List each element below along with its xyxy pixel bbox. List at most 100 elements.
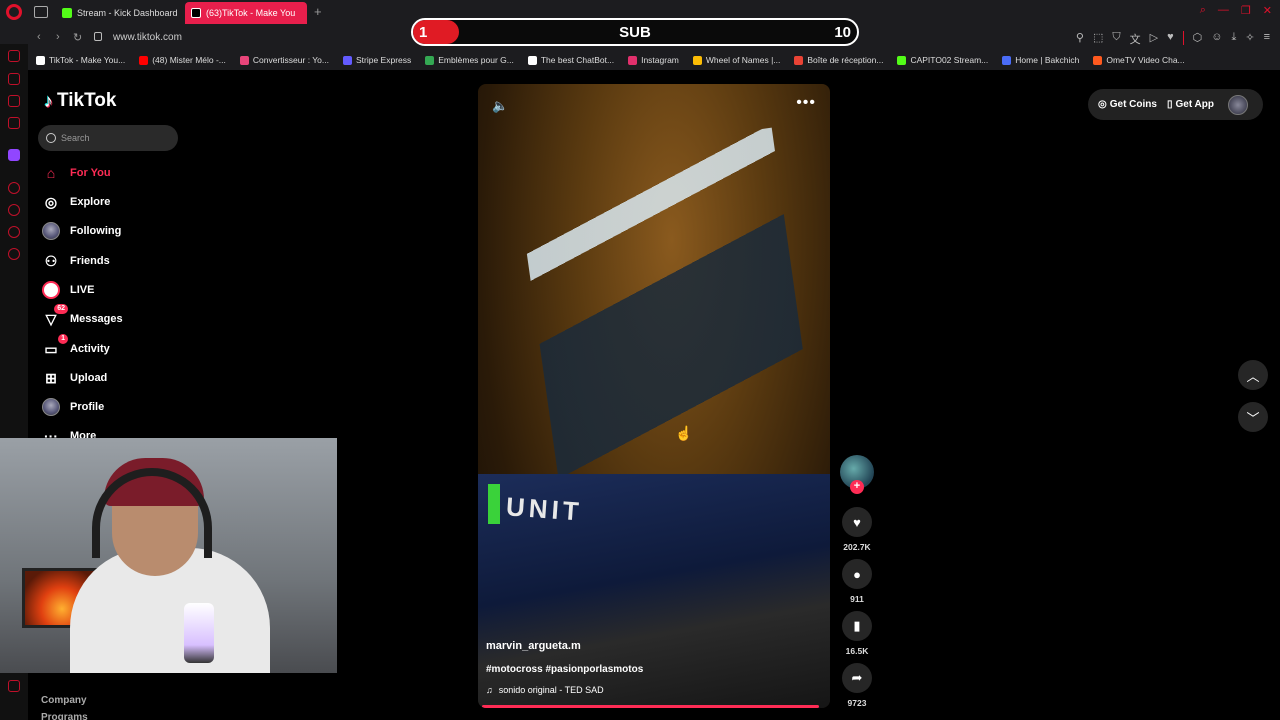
- nav-messages[interactable]: ▽ 62 Messages: [42, 304, 123, 328]
- sidebar-twitch-icon[interactable]: [8, 149, 20, 161]
- follow-plus-icon[interactable]: +: [850, 480, 864, 494]
- tab-kick-dashboard[interactable]: Stream - Kick Dashboard: [56, 2, 182, 24]
- footer-company-link[interactable]: Company: [41, 695, 87, 706]
- bookmark-item[interactable]: Wheel of Names |...: [692, 55, 780, 65]
- video-player[interactable]: UNIT 🔈 ••• marvin_argueta.m #motocross #…: [478, 84, 830, 708]
- sidebar-gx-icon[interactable]: [8, 680, 20, 692]
- maximize-icon[interactable]: ❐: [1241, 4, 1251, 17]
- nav-profile[interactable]: Profile: [42, 398, 104, 416]
- video-monster-mark: [488, 484, 500, 524]
- bookmark-item[interactable]: Home | Bakchich: [1002, 55, 1079, 65]
- more-options-icon[interactable]: •••: [796, 94, 816, 112]
- reload-icon[interactable]: ↻: [73, 31, 82, 44]
- pin-icon[interactable]: ⚲: [1076, 31, 1084, 47]
- play-icon[interactable]: ▷: [1150, 31, 1158, 47]
- sidebar-bag-icon[interactable]: [8, 73, 20, 85]
- bookmark-item[interactable]: OmeTV Video Cha...: [1093, 55, 1185, 65]
- download-icon[interactable]: ⤓: [1231, 31, 1236, 47]
- footer-programs-link[interactable]: Programs: [41, 712, 88, 720]
- url-field[interactable]: www.tiktok.com: [113, 32, 182, 43]
- instagram-favicon-icon: [628, 55, 638, 65]
- bookmark-item[interactable]: Emblèmes pour G...: [425, 55, 514, 65]
- previous-video-button[interactable]: ︿: [1238, 360, 1268, 390]
- tiktok-favicon-icon: [191, 8, 201, 18]
- bookmark-icon[interactable]: ▮: [842, 611, 872, 641]
- close-icon[interactable]: ✕: [1263, 4, 1272, 17]
- get-coins-button[interactable]: ◎ Get Coins: [1098, 99, 1157, 110]
- volume-icon[interactable]: 🔈: [492, 98, 508, 114]
- bookmark-item[interactable]: Convertisseur : Yo...: [239, 55, 329, 65]
- account-icon[interactable]: ☺: [1211, 31, 1222, 47]
- ai-icon[interactable]: ✧: [1245, 31, 1254, 47]
- back-icon[interactable]: ‹: [37, 31, 41, 43]
- bookmark-item[interactable]: TikTok - Make You...: [36, 55, 125, 65]
- forward-icon[interactable]: ›: [56, 31, 60, 43]
- extensions-icon[interactable]: ⬡: [1193, 31, 1203, 47]
- heart-icon[interactable]: ♥: [842, 507, 872, 537]
- nav-for-you[interactable]: ⌂ For You: [42, 164, 111, 182]
- hand-cursor-icon: ☝: [675, 425, 693, 441]
- video-sound[interactable]: ♫ sonido original - TED SAD: [486, 685, 604, 695]
- tab-overview-icon[interactable]: [34, 6, 48, 18]
- kick-favicon-icon: [62, 8, 72, 18]
- next-video-button[interactable]: ﹀: [1238, 402, 1268, 432]
- user-avatar[interactable]: [1228, 94, 1248, 115]
- sidebar-aria-icon[interactable]: [8, 50, 20, 62]
- nav-explore[interactable]: ◎ Explore: [42, 193, 110, 211]
- video-hashtags[interactable]: #motocross #pasionporlasmotos: [486, 664, 643, 675]
- bookmark-item[interactable]: Boîte de réception...: [794, 55, 883, 65]
- tab-tiktok[interactable]: (63)TikTok - Make You: [185, 2, 307, 24]
- video-author[interactable]: marvin_argueta.m: [486, 640, 581, 652]
- nav-activity[interactable]: ▭ 1 Activity: [42, 334, 110, 358]
- nav-live[interactable]: LIVE: [42, 281, 94, 299]
- shield-icon[interactable]: ⛉: [1112, 31, 1120, 47]
- like-action[interactable]: ♥ 202.7K: [838, 507, 876, 552]
- lock-icon: [94, 32, 102, 41]
- sidebar-chat-icon[interactable]: [8, 226, 20, 238]
- menu-icon[interactable]: ≡: [1264, 31, 1270, 47]
- bookmark-favicon-icon: [1002, 55, 1012, 65]
- heart-icon[interactable]: ♥: [1167, 31, 1174, 47]
- minimize-icon[interactable]: —: [1218, 4, 1229, 17]
- get-app-button[interactable]: ▯ Get App: [1167, 99, 1214, 110]
- nav-following[interactable]: Following: [42, 222, 121, 240]
- new-tab-icon[interactable]: +: [314, 4, 322, 19]
- nav-friends[interactable]: ⚇ Friends: [42, 252, 110, 270]
- search-tabs-icon[interactable]: ⌕: [1200, 4, 1206, 17]
- comment-action[interactable]: ● 911: [838, 559, 876, 604]
- wheel-favicon-icon: [692, 55, 702, 65]
- sidebar-play-icon[interactable]: [8, 182, 20, 194]
- video-progress-bar[interactable]: [482, 705, 820, 708]
- bookmark-item[interactable]: The best ChatBot...: [527, 55, 614, 65]
- sidebar-mail-icon[interactable]: [8, 117, 20, 129]
- messages-icon: ▽ 62: [42, 304, 68, 328]
- sub-goal-bar: 1 SUB 10: [411, 18, 859, 46]
- nav-upload[interactable]: ⊞ Upload: [42, 369, 107, 387]
- bookmark-item[interactable]: (48) Mister Mélo -...: [139, 55, 226, 65]
- sidebar-history-icon[interactable]: [8, 204, 20, 216]
- top-right-actions: ◎ Get Coins ▯ Get App: [1088, 89, 1263, 120]
- search-input[interactable]: Search: [38, 125, 178, 151]
- tiktok-logo[interactable]: ♪ TikTok: [44, 90, 116, 112]
- bookmark-item[interactable]: CAPITO02 Stream...: [897, 55, 988, 65]
- video-rider-image: [514, 127, 822, 521]
- opera-logo-icon[interactable]: [6, 4, 22, 20]
- sidebar-settings-icon[interactable]: [8, 248, 20, 260]
- save-action[interactable]: ▮ 16.5K: [838, 611, 876, 656]
- share-action[interactable]: ➦ 9723: [838, 663, 876, 708]
- bookmark-item[interactable]: Stripe Express: [342, 55, 411, 65]
- snapshot-icon[interactable]: ⬚: [1093, 31, 1103, 47]
- music-note-icon: ♫: [486, 685, 493, 695]
- chevron-up-icon: ︿: [1246, 368, 1260, 384]
- gmail-favicon-icon: [794, 55, 804, 65]
- share-icon[interactable]: ➦: [842, 663, 872, 693]
- like-count: 202.7K: [843, 542, 871, 552]
- sidebar-messenger-icon[interactable]: [8, 95, 20, 107]
- window-controls: ⌕ — ❐ ✕: [1200, 4, 1272, 17]
- bookmark-item[interactable]: Instagram: [628, 55, 679, 65]
- coin-icon: ◎: [1098, 99, 1107, 110]
- toolbar-separator: [1182, 31, 1184, 45]
- translate-icon[interactable]: 文: [1130, 31, 1141, 47]
- comment-icon[interactable]: ●: [842, 559, 872, 589]
- lamp-image: [184, 603, 214, 663]
